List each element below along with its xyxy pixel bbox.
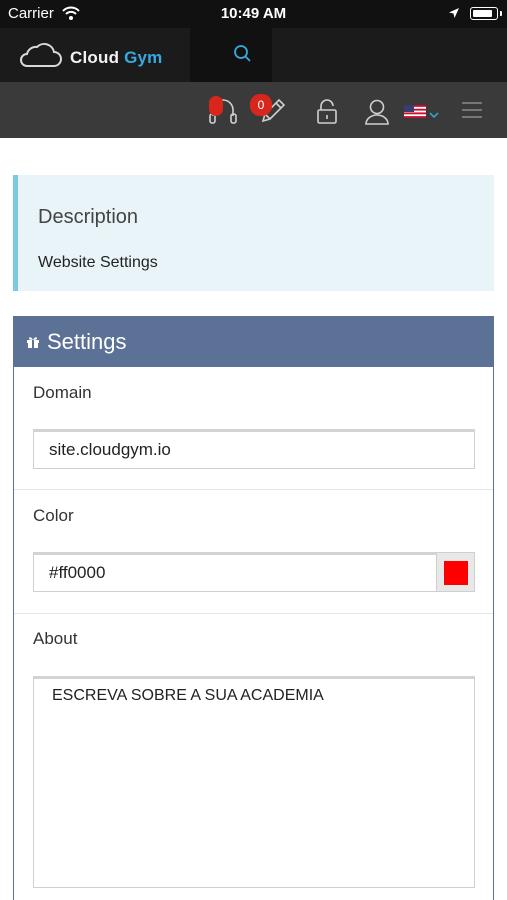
lock-icon: [315, 98, 339, 131]
color-input[interactable]: #ff0000: [33, 552, 437, 592]
description-callout: Description Website Settings: [13, 175, 494, 291]
divider: [14, 489, 493, 490]
profile-button[interactable]: [362, 82, 392, 138]
location-arrow-icon: [448, 6, 460, 23]
about-textarea[interactable]: ESCREVA SOBRE A SUA ACADEMIA: [33, 676, 475, 888]
color-picker-button[interactable]: [437, 552, 475, 592]
battery-icon: [470, 7, 502, 20]
language-dropdown[interactable]: [402, 82, 444, 138]
user-icon: [364, 98, 390, 131]
gift-icon: [26, 335, 40, 354]
color-label: Color: [33, 506, 74, 525]
cloud-icon: [18, 42, 62, 73]
color-swatch: [444, 561, 468, 585]
menu-icon: [461, 101, 483, 124]
domain-label: Domain: [33, 383, 92, 402]
description-title: Description: [38, 206, 139, 228]
status-bar: Carrier 10:49 AM: [0, 0, 507, 28]
description-text: Website Settings: [38, 254, 158, 271]
toolbar: 0: [0, 82, 507, 138]
logo[interactable]: Cloud Gym: [18, 42, 163, 73]
logo-text: Cloud Gym: [70, 47, 163, 67]
domain-input[interactable]: site.cloudgym.io: [33, 429, 475, 469]
settings-panel-header: Settings: [14, 317, 493, 367]
notification-count-badge: 0: [250, 94, 272, 116]
app-header: Cloud Gym: [0, 28, 507, 82]
settings-panel-title: Settings: [47, 329, 127, 354]
menu-button[interactable]: [458, 82, 488, 138]
headset-icon: [206, 94, 240, 133]
us-flag-icon: [404, 105, 426, 123]
about-label: About: [33, 629, 78, 648]
lock-button[interactable]: [312, 82, 342, 138]
support-button[interactable]: [202, 82, 242, 138]
divider: [14, 613, 493, 614]
chevron-down-icon: [429, 106, 439, 124]
notifications-button[interactable]: 0: [248, 82, 292, 138]
clock: 10:49 AM: [220, 5, 287, 22]
settings-panel: Settings Domain site.cloudgym.io Color #…: [13, 316, 494, 900]
search-button[interactable]: [190, 28, 272, 82]
